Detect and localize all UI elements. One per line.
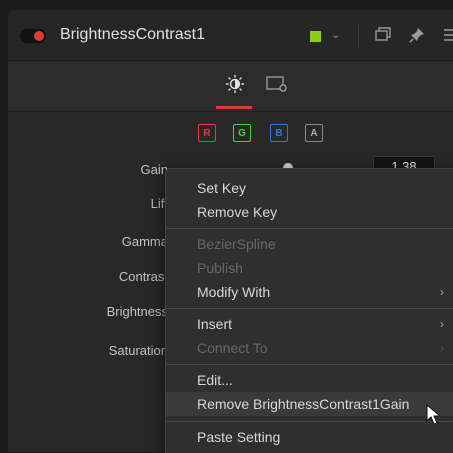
settings-icon[interactable] <box>265 74 289 94</box>
menu-separator <box>166 228 453 229</box>
header-divider <box>358 24 359 48</box>
chevron-down-icon[interactable]: ⌄ <box>331 28 340 41</box>
menu-item-label: Connect To <box>197 340 268 356</box>
gamma-label: Gamma <box>121 234 168 249</box>
menu-item-label: Remove Key <box>197 204 278 220</box>
window-icon[interactable] <box>374 26 392 44</box>
node-enable-toggle[interactable] <box>20 29 46 43</box>
brightness-icon[interactable] <box>225 74 245 94</box>
saturation-label: Saturation <box>108 343 168 358</box>
menu-item-publish: Publish <box>166 256 453 280</box>
channel-b-button[interactable]: B <box>270 124 288 142</box>
contrast-label: Contrast <box>118 269 168 284</box>
node-title[interactable]: BrightnessContrast1 <box>60 26 205 44</box>
menu-separator <box>166 421 453 422</box>
menu-item-modify-with[interactable]: Modify With › <box>166 280 453 304</box>
menu-item-label: Edit... <box>197 372 233 388</box>
lift-label: Lift <box>150 196 168 211</box>
chevron-right-icon: › <box>440 317 444 331</box>
menu-separator <box>166 364 453 365</box>
context-menu: Set Key Remove Key BezierSpline Publish … <box>165 168 453 453</box>
menu-item-label: Modify With <box>197 284 271 300</box>
overflow-icon[interactable] <box>440 26 453 44</box>
menu-item-set-key[interactable]: Set Key <box>166 176 453 200</box>
menu-item-label: Insert <box>197 316 233 332</box>
menu-item-label: Set Key <box>197 180 247 196</box>
menu-item-label: Remove BrightnessContrast1Gain <box>197 396 410 412</box>
node-color-swatch[interactable] <box>310 31 321 42</box>
menu-item-edit[interactable]: Edit... <box>166 368 453 392</box>
menu-item-label: Publish <box>197 260 243 276</box>
channel-r-button[interactable]: R <box>198 124 216 142</box>
menu-item-connect-to: Connect To › <box>166 336 453 360</box>
chevron-right-icon: › <box>440 285 444 299</box>
menu-item-label: Paste Setting <box>197 429 281 445</box>
node-header: BrightnessContrast1 ⌄ <box>8 10 453 61</box>
channel-a-button[interactable]: A <box>305 124 323 142</box>
node-enable-dot <box>34 31 44 41</box>
menu-item-insert[interactable]: Insert › <box>166 312 453 336</box>
mouse-pointer-icon <box>426 404 442 425</box>
channel-g-button[interactable]: G <box>233 124 251 142</box>
menu-item-label: BezierSpline <box>197 236 276 252</box>
menu-item-bezier-spline: BezierSpline <box>166 232 453 256</box>
active-tab-indicator <box>216 106 252 109</box>
inspector-tabs <box>8 61 453 112</box>
pin-icon[interactable] <box>408 26 426 44</box>
menu-item-remove-key[interactable]: Remove Key <box>166 200 453 224</box>
menu-item-paste-setting[interactable]: Paste Setting <box>166 425 453 449</box>
chevron-right-icon: › <box>440 341 444 355</box>
menu-item-remove-gain[interactable]: Remove BrightnessContrast1Gain <box>166 392 453 416</box>
brightness-label: Brightness <box>106 304 168 319</box>
gain-label: Gain <box>140 162 168 177</box>
menu-separator <box>166 308 453 309</box>
